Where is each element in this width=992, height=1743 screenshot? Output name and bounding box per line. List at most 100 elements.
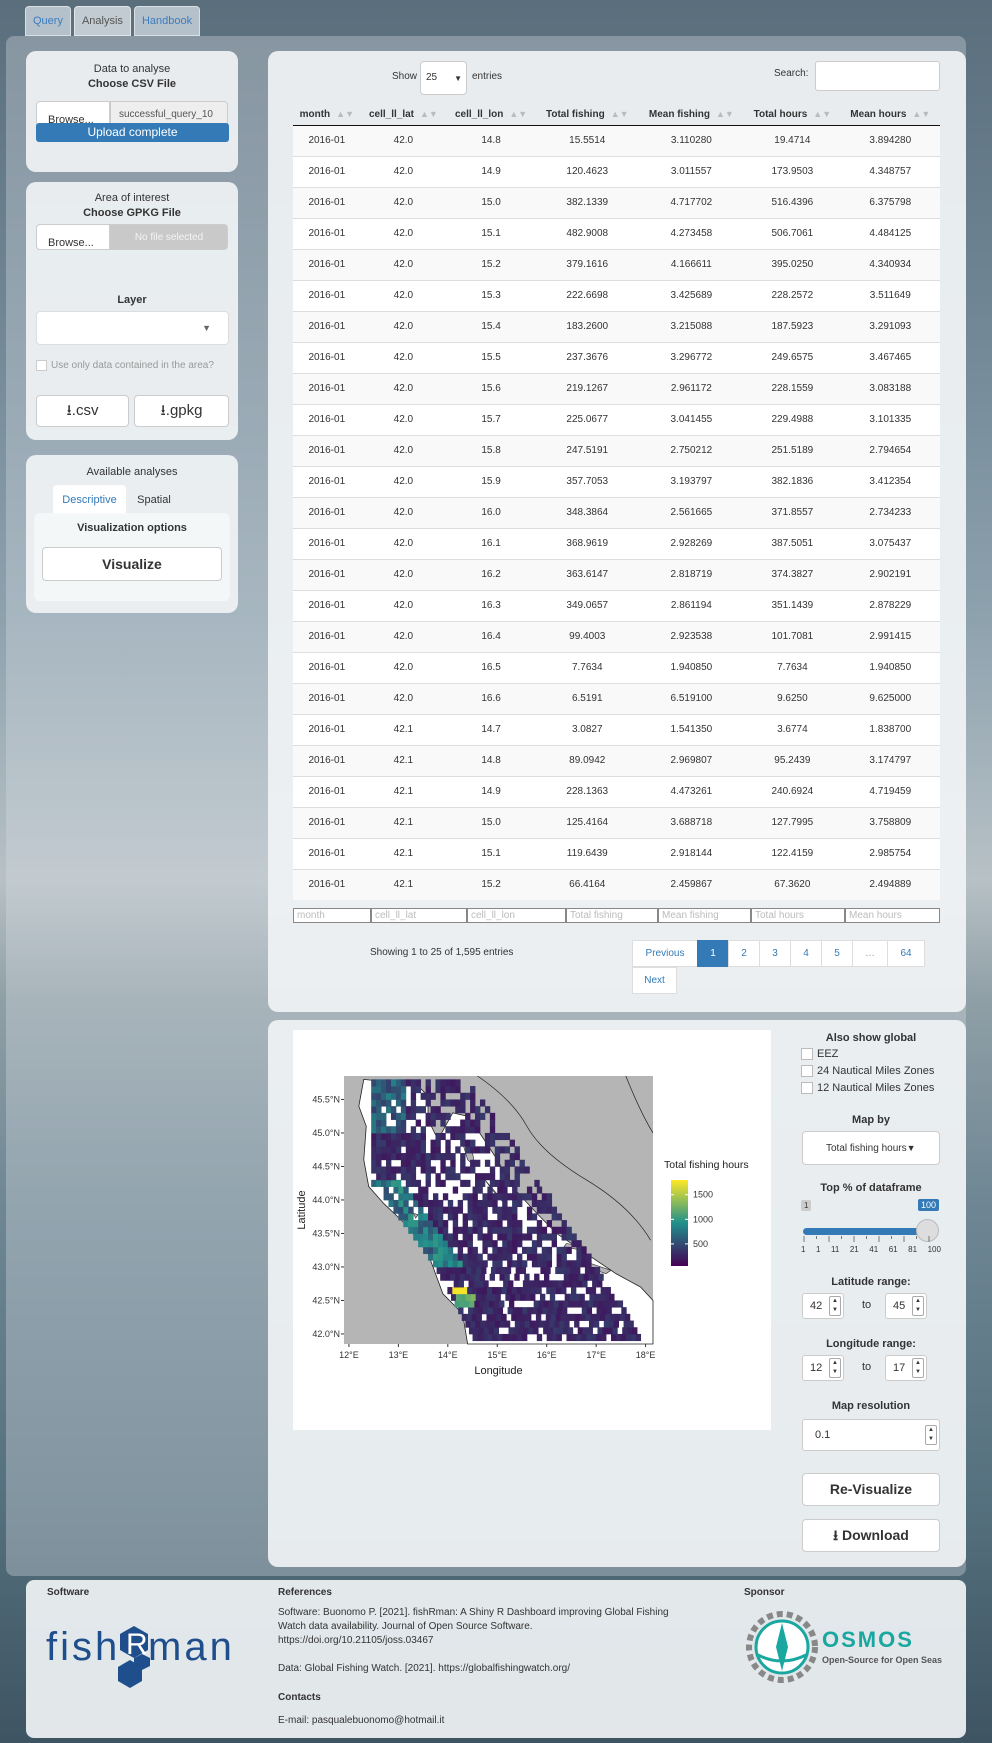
tab-query[interactable]: Query (25, 6, 71, 36)
filter-input-total-hours[interactable]: Total hours (751, 908, 845, 923)
map-cell (376, 1139, 382, 1147)
eez-checkbox[interactable] (801, 1048, 813, 1061)
table-row[interactable]: 2016-01 42.0 15.3 222.6698 3.425689 228.2572 3… (293, 279, 940, 311)
table-row[interactable]: 2016-01 42.1 15.0 125.4164 3.688718 127.7995 3… (293, 806, 940, 838)
spinner-icon[interactable]: ▲ ▼ (829, 1296, 841, 1316)
map-cell (479, 1099, 486, 1107)
spinner-icon[interactable]: ▲ ▼ (912, 1296, 924, 1316)
column-header[interactable]: Total hours ▲▼ (744, 104, 841, 126)
pagination-page-1[interactable]: 1 (697, 940, 729, 967)
revisualize-button[interactable]: Re-Visualize (802, 1473, 940, 1506)
table-row[interactable]: 2016-01 42.0 15.2 379.1616 4.166611 395.0250 4… (293, 248, 940, 280)
table-row[interactable]: 2016-01 42.0 14.9 120.4623 3.011557 173.9503 4… (293, 155, 940, 187)
table-cell: 379.1616 (535, 248, 639, 280)
map-cell (594, 1266, 601, 1275)
filter-input-mean-fishing[interactable]: Mean fishing (658, 908, 751, 923)
map-cell (400, 1112, 407, 1120)
table-row[interactable]: 2016-01 42.0 14.8 15.5514 3.110280 19.4714 3.8… (293, 124, 940, 156)
use-only-checkbox[interactable] (36, 360, 47, 371)
tab-handbook[interactable]: Handbook (133, 6, 201, 36)
tab-descriptive[interactable]: Descriptive (53, 485, 126, 515)
table-row[interactable]: 2016-01 42.1 14.9 228.1363 4.473261 240.6924 4… (293, 775, 940, 807)
table-row[interactable]: 2016-01 42.0 16.1 368.9619 2.928269 387.5051 3… (293, 527, 940, 559)
map-cell (561, 1246, 567, 1254)
table-row[interactable]: 2016-01 42.0 16.0 348.3864 2.561665 371.8557 2… (293, 496, 940, 528)
table-row[interactable]: 2016-01 42.0 15.4 183.2600 3.215088 187.5923 3… (293, 310, 940, 342)
use-only-checkbox-row[interactable]: Use only data contained in the area? (36, 360, 214, 371)
filter-input-total-fishing[interactable]: Total fishing (566, 908, 658, 923)
column-header[interactable]: month ▲▼ (293, 104, 361, 126)
map-cell (452, 1213, 459, 1221)
pagination-previous[interactable]: Previous (632, 940, 698, 967)
table-row[interactable]: 2016-01 42.0 16.4 99.4003 2.923538 101.7081 2.… (293, 620, 940, 652)
pagination-page-4[interactable]: 4 (790, 940, 822, 967)
visualize-button[interactable]: Visualize (42, 547, 222, 581)
table-row[interactable]: 2016-01 42.0 16.5 7.7634 1.940850 7.7634 1.940… (293, 651, 940, 683)
filter-input-lon[interactable]: cell_ll_lon (467, 908, 566, 923)
map-cell (430, 1092, 436, 1100)
map-cell (564, 1320, 570, 1328)
pagination-next[interactable]: Next (632, 967, 677, 994)
table-row[interactable]: 2016-01 42.1 14.8 89.0942 2.969807 95.2439 3.1… (293, 744, 940, 776)
pagination-page-3[interactable]: 3 (759, 940, 791, 967)
table-row[interactable]: 2016-01 42.0 15.5 237.3676 3.296772 249.6575 3… (293, 341, 940, 373)
map-resolution-input[interactable]: 0.1 ▲ ▼ (802, 1419, 940, 1451)
nm12-checkbox-row[interactable]: 12 Nautical Miles Zones (801, 1080, 934, 1097)
tab-spatial[interactable]: Spatial (129, 485, 179, 515)
table-row[interactable]: 2016-01 42.0 15.0 382.1339 4.717702 516.4396 6… (293, 186, 940, 218)
table-row[interactable]: 2016-01 42.1 15.1 119.6439 2.918144 122.4159 2… (293, 837, 940, 869)
longitude-to-input[interactable]: 17 ▲ ▼ (885, 1355, 927, 1381)
column-header[interactable]: Mean hours ▲▼ (840, 104, 940, 126)
table-row[interactable]: 2016-01 42.0 16.2 363.6147 2.818719 374.3827 2… (293, 558, 940, 590)
table-cell: 4.348757 (840, 155, 940, 187)
table-cell: 3.425689 (638, 279, 745, 311)
table-row[interactable]: 2016-01 42.0 16.3 349.0657 2.861194 351.1439 2… (293, 589, 940, 621)
table-row[interactable]: 2016-01 42.1 15.2 66.4164 2.459867 67.3620 2.4… (293, 868, 940, 900)
filter-input-lat[interactable]: cell_ll_lat (371, 908, 467, 923)
download-map-button[interactable]: ⭳ Download (802, 1519, 940, 1552)
map-cell (517, 1307, 523, 1315)
column-header[interactable]: Mean fishing ▲▼ (638, 104, 745, 126)
table-row[interactable]: 2016-01 42.0 15.8 247.5191 2.750212 251.5189 2… (293, 434, 940, 466)
nm24-checkbox[interactable] (801, 1065, 813, 1078)
download-gpkg-button[interactable]: ⭳.gpkg (134, 395, 229, 427)
filter-input-month[interactable]: month (293, 908, 371, 923)
longitude-from-input[interactable]: 12 ▲ ▼ (802, 1355, 844, 1381)
column-header[interactable]: cell_ll_lon ▲▼ (446, 104, 536, 126)
table-row[interactable]: 2016-01 42.0 15.1 482.9008 4.273458 506.7061 4… (293, 217, 940, 249)
search-input[interactable] (815, 61, 940, 91)
top-percent-slider[interactable]: 1 100 1 1 11 21 41 61 81 100 (801, 1198, 946, 1254)
tab-analysis[interactable]: Analysis (73, 6, 131, 36)
table-cell: 173.9503 (744, 155, 841, 187)
entries-select[interactable]: 25 ▼ (420, 61, 467, 95)
contact-email[interactable]: E-mail: pasqualebuonomo@hotmail.it (278, 1715, 444, 1726)
map-cell (410, 1132, 417, 1141)
column-header[interactable]: Total fishing ▲▼ (535, 104, 639, 126)
table-row[interactable]: 2016-01 42.0 15.6 219.1267 2.961172 228.1559 3… (293, 372, 940, 404)
table-cell: 3.688718 (638, 806, 745, 838)
pagination-page-5[interactable]: 5 (821, 940, 853, 967)
spinner-icon[interactable]: ▲ ▼ (912, 1358, 924, 1378)
download-csv-button[interactable]: ⭳.csv (36, 395, 129, 427)
eez-checkbox-row[interactable]: EEZ (801, 1046, 934, 1063)
column-header[interactable]: cell_ll_lat ▲▼ (360, 104, 447, 126)
map-cell (447, 1287, 453, 1295)
latitude-from-input[interactable]: 42 ▲ ▼ (802, 1293, 844, 1319)
spinner-icon[interactable]: ▲ ▼ (829, 1358, 841, 1378)
nm12-checkbox[interactable] (801, 1082, 813, 1095)
layer-select[interactable]: ▼ (36, 311, 229, 345)
map-cell (390, 1079, 397, 1087)
latitude-to-input[interactable]: 45 ▲ ▼ (885, 1293, 927, 1319)
spinner-icon[interactable]: ▲ ▼ (925, 1425, 937, 1445)
table-row[interactable]: 2016-01 42.0 15.9 357.7053 3.193797 382.1836 3… (293, 465, 940, 497)
map-cell (415, 1146, 422, 1154)
pagination-page-64[interactable]: 64 (887, 940, 925, 967)
table-row[interactable]: 2016-01 42.1 14.7 3.0827 1.541350 3.6774 1.838… (293, 713, 940, 745)
table-row[interactable]: 2016-01 42.0 15.7 225.0677 3.041455 229.4988 3… (293, 403, 940, 435)
map-by-select[interactable]: Total fishing hours▼ (802, 1131, 940, 1165)
filter-input-mean-hours[interactable]: Mean hours (845, 908, 940, 923)
pagination-page-2[interactable]: 2 (728, 940, 760, 967)
table-row[interactable]: 2016-01 42.0 16.6 6.5191 6.519100 9.6250 9.625… (293, 682, 940, 714)
gpkg-browse-button[interactable]: Browse... (36, 224, 110, 250)
nm24-checkbox-row[interactable]: 24 Nautical Miles Zones (801, 1063, 934, 1080)
